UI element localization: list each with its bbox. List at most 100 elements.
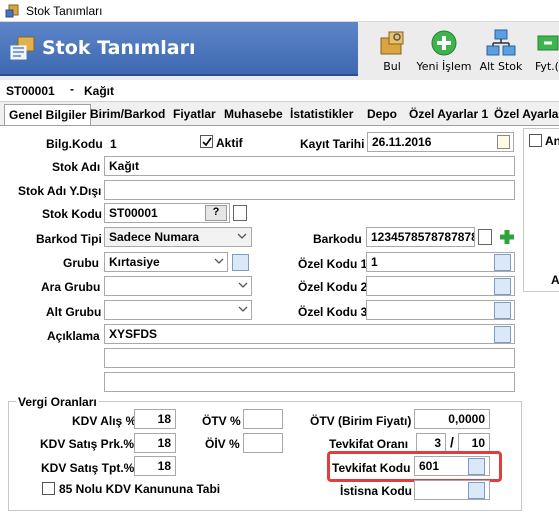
aciklama-line-1-value: XYSFDS [109, 327, 158, 341]
tab-label: Birim/Barkod [90, 107, 166, 121]
kdv-satis-tpt-value: 18 [157, 459, 171, 473]
stok-adi-ydisi-label: Stok Adı Y.Dışı [18, 184, 102, 198]
oiv-field[interactable] [243, 433, 283, 453]
find-label: Bul [383, 60, 401, 73]
aciklama-label: Açıklama [47, 329, 100, 343]
ozel-kodu-2-lookup-button[interactable] [494, 278, 511, 295]
alt-grubu-select[interactable] [104, 300, 252, 320]
kdv-alis-value: 18 [157, 412, 171, 426]
document-icon[interactable] [233, 205, 247, 221]
check-icon [202, 137, 212, 147]
header-banner: Stok Tanımları [0, 22, 358, 76]
kdv-alis-label: KDV Alış % [72, 414, 137, 428]
tab-istatistikler[interactable]: İstatistikler [290, 107, 353, 121]
tab-birim-barkod[interactable]: Birim/Barkod [90, 107, 165, 121]
aktif-label: Aktif [216, 136, 243, 150]
bilg-kodu-label: Bilg.Kodu [46, 137, 103, 151]
vergi-group-title: Vergi Oranları [16, 395, 99, 409]
tab-fiyatlar[interactable]: Fiyatlar [173, 107, 216, 121]
record-code: ST00001 [6, 84, 55, 98]
barkodu-label: Barkodu [313, 232, 362, 246]
tab-ozel-ayarlar-2[interactable]: Özel Ayarlar [494, 107, 559, 121]
tevkifat-orani-den-field[interactable]: 10 [458, 433, 490, 453]
kdv-85-checkbox[interactable] [42, 482, 55, 495]
ozel-kodu-1-label: Özel Kodu 1 [298, 257, 368, 271]
stok-adi-ydisi-field[interactable] [104, 180, 515, 200]
barkodu-field[interactable]: 12345785787878787 [366, 227, 475, 247]
tab-depo[interactable]: Depo [367, 107, 397, 121]
ozel-kodu-1-field[interactable]: 1 [366, 252, 515, 272]
right-side-group [523, 128, 559, 292]
aciklama-line-3[interactable] [104, 372, 515, 392]
tab-label: Depo [367, 107, 397, 121]
kdv-satis-prk-field[interactable]: 18 [134, 433, 176, 453]
grubu-value: Kırtasiye [109, 255, 160, 269]
sub-stock-button[interactable]: Alt Stok [471, 24, 531, 76]
tab-label: Özel Ayarlar 1 [409, 107, 489, 121]
otv-field[interactable] [243, 409, 283, 429]
ozel-kodu-1-lookup-button[interactable] [494, 254, 511, 271]
tab-label: Genel Bilgiler [9, 108, 87, 122]
right-checkbox[interactable] [529, 134, 542, 147]
window-titlebar: Stok Tanımları [0, 0, 559, 22]
calendar-icon[interactable] [497, 135, 510, 149]
stok-kodu-help-button[interactable]: ? [205, 205, 227, 221]
stok-adi-field[interactable]: Kağıt [104, 156, 515, 176]
barkod-tipi-label: Barkod Tipi [36, 232, 102, 246]
ara-grubu-select[interactable] [104, 276, 252, 296]
ozel-kodu-3-field[interactable] [366, 300, 515, 320]
record-separator: - [70, 82, 74, 96]
oiv-label: ÖİV % [205, 437, 240, 451]
ozel-kodu-2-label: Özel Kodu 2 [298, 280, 368, 294]
grubu-label: Grubu [63, 256, 99, 270]
tab-genel-bilgiler[interactable]: Genel Bilgiler [4, 104, 92, 127]
stok-kodu-label: Stok Kodu [42, 207, 102, 221]
otv-label: ÖTV % [202, 414, 241, 428]
istisna-kodu-label: İstisna Kodu [340, 484, 413, 498]
aktif-checkbox[interactable] [200, 135, 213, 148]
tab-label: Muhasebe [224, 107, 283, 121]
tevkifat-orani-den-value: 10 [471, 436, 485, 450]
aciklama-line-2[interactable] [104, 348, 515, 368]
right-label: A [551, 273, 559, 287]
tab-ozel-ayarlar-1[interactable]: Özel Ayarlar 1 [409, 107, 488, 121]
tab-label: Özel Ayarlar [494, 107, 559, 121]
price-icon [537, 35, 559, 51]
kdv-satis-tpt-label: KDV Satış Tpt.% [41, 461, 135, 475]
tab-label: İstatistikler [290, 107, 354, 121]
add-barkod-icon[interactable] [498, 228, 516, 246]
istisna-kodu-lookup-button[interactable] [468, 482, 485, 499]
chevron-down-icon [238, 306, 248, 312]
otv-birim-field[interactable]: 0,0000 [414, 409, 490, 429]
grubu-lookup-button[interactable] [232, 254, 249, 271]
barkod-document-icon[interactable] [478, 229, 492, 245]
kayit-tarihi-field[interactable]: 26.11.2016 [367, 132, 514, 152]
alt-grubu-label: Alt Grubu [46, 305, 102, 319]
ozel-kodu-2-field[interactable] [366, 276, 515, 296]
aciklama-line-1[interactable]: XYSFDS [104, 324, 515, 344]
new-record-button[interactable]: Yeni İşlem [414, 24, 474, 76]
barkod-tipi-select[interactable]: Sadece Numara [104, 227, 252, 247]
ozel-kodu-3-lookup-button[interactable] [494, 302, 511, 319]
tevkifat-orani-num-field[interactable]: 3 [416, 433, 446, 453]
new-record-label: Yeni İşlem [416, 60, 472, 73]
ara-grubu-label: Ara Grubu [41, 280, 101, 294]
grubu-select[interactable]: Kırtasiye [104, 252, 228, 272]
kdv-alis-field[interactable]: 18 [134, 409, 176, 429]
aciklama-lookup-button[interactable] [494, 326, 511, 343]
record-name: Kağıt [84, 84, 114, 98]
tevkifat-orani-label: Tevkifat Oranı [329, 437, 409, 451]
kdv-85-label: 85 Nolu KDV Kanununa Tabi [59, 482, 221, 496]
chevron-down-icon [214, 258, 224, 264]
kdv-satis-tpt-field[interactable]: 18 [134, 456, 176, 476]
find-button[interactable]: Bul [362, 24, 422, 76]
kayit-tarihi-value: 26.11.2016 [372, 135, 432, 149]
bilg-kodu-value: 1 [110, 137, 117, 151]
tab-muhasebe[interactable]: Muhasebe [224, 107, 283, 121]
right-checkbox-label: An [545, 134, 559, 148]
stok-kodu-value: ST00001 [109, 206, 158, 220]
chevron-down-icon [238, 282, 248, 288]
tevkifat-orani-num-value: 3 [434, 436, 441, 450]
price-button[interactable]: Fyt.( [527, 24, 559, 76]
highlight-box [327, 451, 502, 482]
